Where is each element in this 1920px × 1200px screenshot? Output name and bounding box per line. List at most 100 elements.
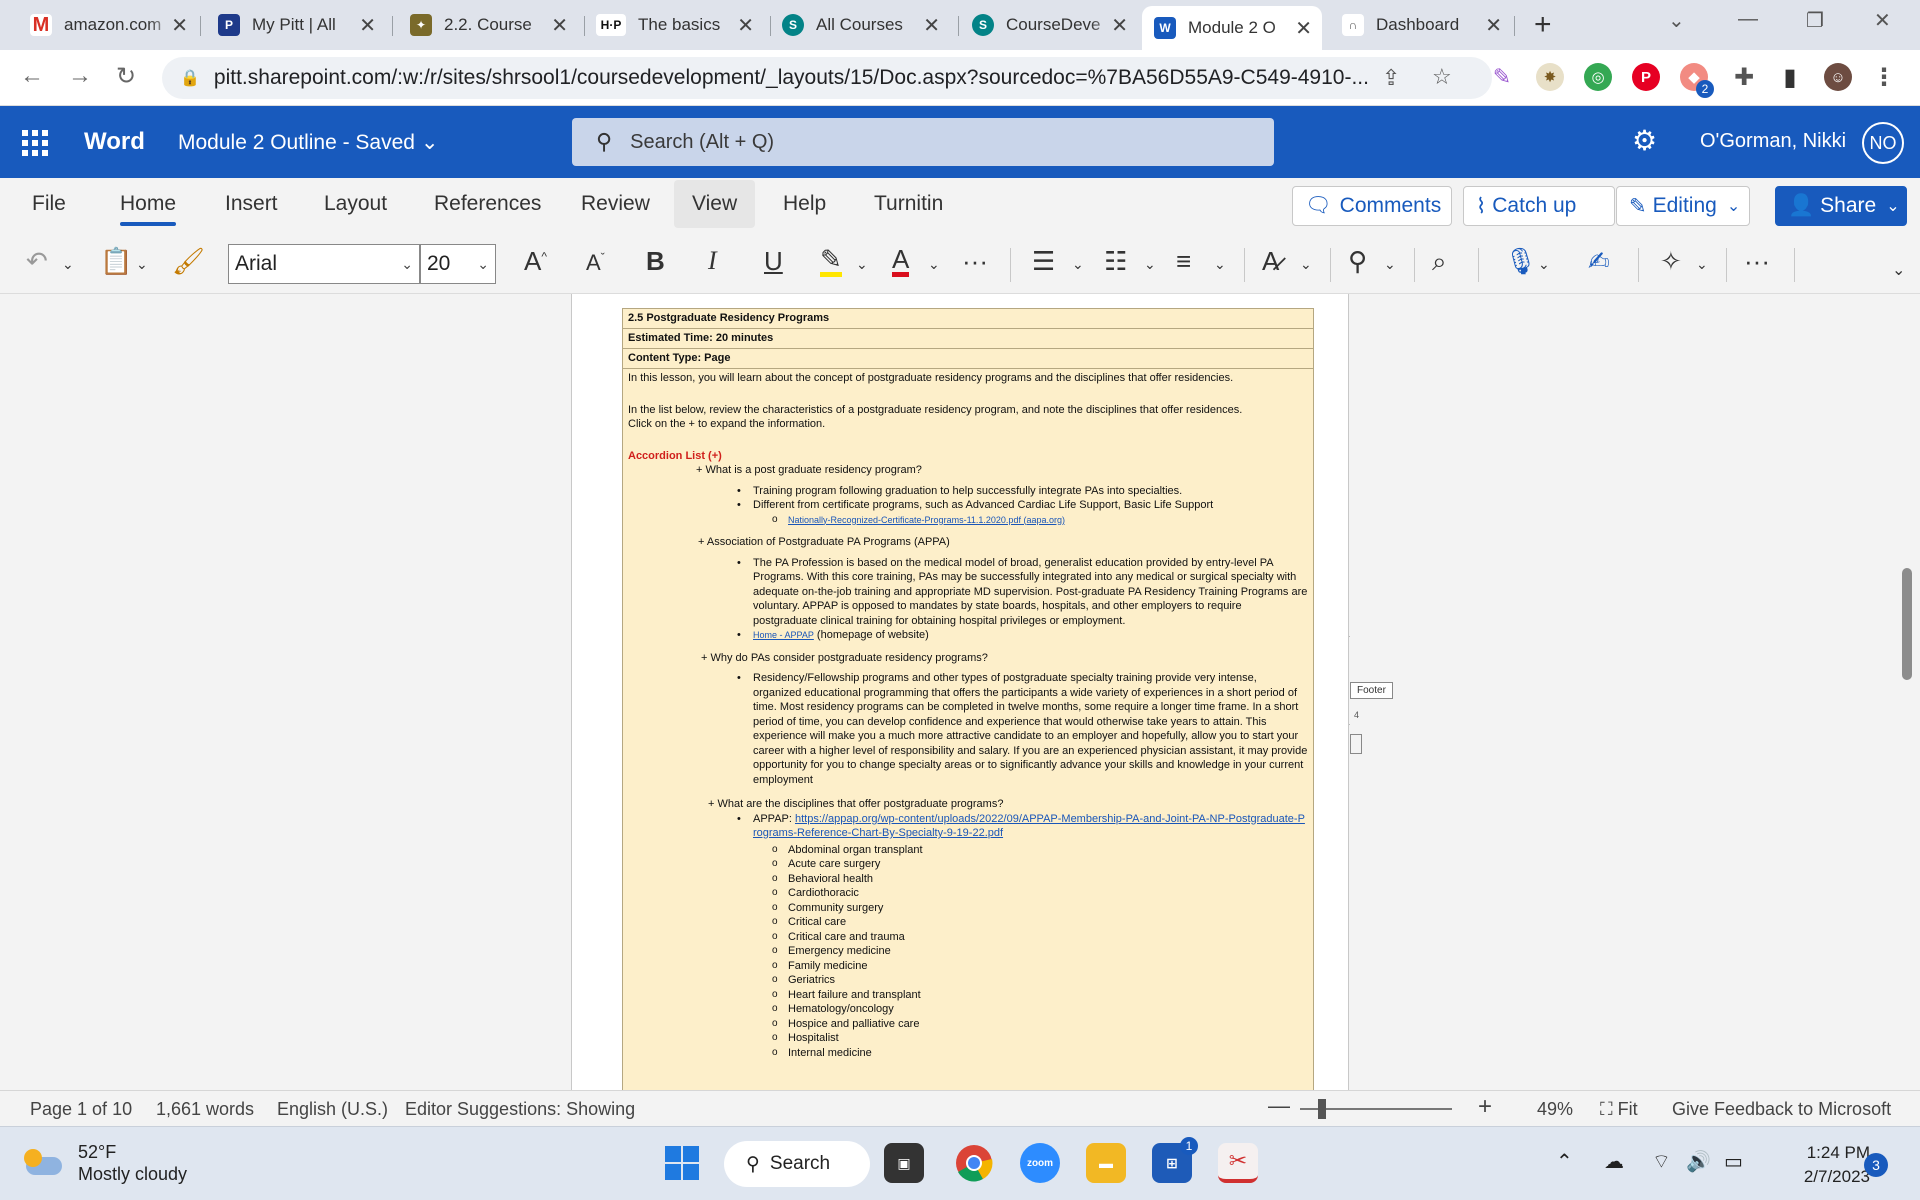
close-tab-icon[interactable]: ✕	[1295, 16, 1312, 41]
gear-icon[interactable]: ⚙	[1632, 124, 1657, 157]
document-title[interactable]: Module 2 Outline - Saved ⌄	[178, 130, 438, 155]
numbered-list-icon[interactable]: ☷	[1104, 246, 1127, 277]
tab-insert[interactable]: Insert	[225, 192, 278, 216]
chrome-extension-icon[interactable]: ◎	[1584, 63, 1612, 91]
document-page[interactable]: 2.5 Postgraduate Residency Programs Esti…	[571, 294, 1349, 1090]
bold-icon[interactable]: B	[646, 246, 665, 277]
minimize-icon[interactable]: —	[1738, 8, 1758, 31]
zoom-level[interactable]: 49%	[1537, 1099, 1573, 1120]
word-count[interactable]: 1,661 words	[156, 1099, 254, 1120]
chevron-down-icon[interactable]: ⌄	[856, 256, 868, 273]
grow-font-icon[interactable]: A^	[524, 246, 547, 277]
align-icon[interactable]: ≡	[1176, 246, 1191, 277]
chevron-down-icon[interactable]: ⌄	[1696, 256, 1708, 273]
more-options-icon[interactable]: ···	[962, 246, 988, 277]
tab-home[interactable]: Home	[120, 192, 177, 226]
browser-tab-basics[interactable]: H·P The basics ✕	[584, 6, 764, 44]
browser-tab-coursedev[interactable]: S CourseDeve ✕	[960, 6, 1138, 44]
chrome-taskbar-icon[interactable]	[954, 1143, 994, 1183]
shrink-font-icon[interactable]: Aˇ	[586, 250, 605, 276]
tab-review[interactable]: Review	[581, 192, 650, 216]
italic-icon[interactable]: I	[708, 246, 717, 276]
close-tab-icon[interactable]: ✕	[551, 13, 568, 38]
restore-icon[interactable]: ❐	[1806, 8, 1824, 33]
clipboard-icon[interactable]: 📋	[100, 246, 132, 277]
puzzle-extensions-icon[interactable]: ✚	[1730, 63, 1758, 91]
chevron-down-icon[interactable]: ⌄	[1300, 256, 1312, 273]
font-color-icon[interactable]: A	[892, 246, 910, 277]
find-icon[interactable]: ⚲	[1348, 246, 1367, 277]
designer-wand-icon[interactable]: ✧	[1660, 246, 1682, 277]
tab-references[interactable]: References	[434, 192, 541, 216]
tab-view[interactable]: View	[674, 180, 756, 228]
close-tab-icon[interactable]: ✕	[1485, 13, 1502, 38]
footer-label[interactable]: Footer	[1350, 682, 1393, 699]
feedback-link[interactable]: Give Feedback to Microsoft	[1672, 1099, 1891, 1120]
windows-start-icon[interactable]	[662, 1143, 702, 1183]
weather-widget[interactable]: 52°F Mostly cloudy	[24, 1141, 187, 1185]
font-size-select[interactable]: 20 ⌄	[420, 244, 496, 284]
browser-tab-dashboard[interactable]: ∩ Dashboard ✕	[1330, 6, 1512, 44]
bookmark-star-icon[interactable]: ☆	[1432, 64, 1452, 90]
editor-icon[interactable]: ✍	[1588, 246, 1610, 277]
tab-turnitin[interactable]: Turnitin	[874, 192, 943, 216]
browser-tab-my-pitt[interactable]: P My Pitt | All ✕	[206, 6, 386, 44]
onedrive-cloud-icon[interactable]: ☁	[1604, 1149, 1624, 1174]
close-tab-icon[interactable]: ✕	[171, 13, 188, 38]
chevron-down-icon[interactable]: ⌄	[1214, 256, 1226, 273]
profile-avatar[interactable]: ☺	[1824, 63, 1852, 91]
tab-search-chevron-icon[interactable]: ⌄	[1668, 8, 1685, 33]
ribbon-expand-chevron-icon[interactable]: ⌄	[1892, 260, 1905, 280]
browser-tab-gmail[interactable]: M amazon.com ✕	[18, 6, 198, 44]
tab-file[interactable]: File	[32, 192, 66, 216]
chevron-down-icon[interactable]: ⌄	[62, 256, 74, 273]
vertical-scrollbar[interactable]	[1902, 568, 1912, 680]
app-name[interactable]: Word	[84, 128, 145, 156]
taskbar-search[interactable]: ⚲ Search	[724, 1141, 870, 1187]
chrome-menu-icon[interactable]: ⋮	[1870, 63, 1898, 91]
reuse-files-icon[interactable]: ⌕	[1432, 246, 1447, 278]
close-tab-icon[interactable]: ✕	[923, 13, 940, 38]
zoom-app-icon[interactable]: zoom	[1020, 1143, 1060, 1183]
show-hidden-icons-chevron-icon[interactable]: ⌃	[1556, 1149, 1573, 1174]
wifi-icon[interactable]: ⌔	[1652, 1149, 1671, 1174]
search-box[interactable]: ⚲ Search (Alt + Q)	[572, 118, 1274, 166]
zoom-slider-thumb[interactable]	[1318, 1099, 1326, 1119]
task-view-icon[interactable]: ▣	[884, 1143, 924, 1183]
tab-help[interactable]: Help	[783, 192, 826, 216]
zoom-in-icon[interactable]: +	[1478, 1093, 1492, 1121]
chevron-down-icon[interactable]: ⌄	[1538, 256, 1550, 273]
new-tab-icon[interactable]: +	[1534, 8, 1552, 42]
snipping-tool-icon[interactable]: ✂	[1218, 1143, 1258, 1183]
close-window-icon[interactable]: ✕	[1874, 8, 1891, 33]
styles-icon[interactable]: A̷	[1262, 246, 1279, 277]
font-name-select[interactable]: Arial ⌄	[228, 244, 420, 284]
more-commands-icon[interactable]: ···	[1744, 246, 1770, 277]
chevron-down-icon[interactable]: ⌄	[1072, 256, 1084, 273]
format-painter-icon[interactable]: 🖌	[172, 246, 205, 277]
app-launcher-icon[interactable]	[22, 130, 48, 156]
share-page-icon[interactable]: ⇪	[1382, 65, 1400, 91]
pen-extension-icon[interactable]: ✎	[1488, 63, 1516, 91]
lesson-table[interactable]: 2.5 Postgraduate Residency Programs Esti…	[622, 308, 1314, 1090]
zoom-out-icon[interactable]: —	[1268, 1093, 1290, 1119]
editing-mode-button[interactable]: ✎ Editing ⌄	[1616, 186, 1750, 226]
system-clock[interactable]: 1:24 PM 2/7/2023	[1770, 1141, 1870, 1189]
forward-arrow-icon[interactable]: →	[68, 62, 92, 90]
volume-icon[interactable]: 🔊	[1686, 1149, 1711, 1174]
reload-icon[interactable]: ↻	[116, 62, 136, 91]
chevron-down-icon[interactable]: ⌄	[1384, 256, 1396, 273]
dictate-microphone-icon[interactable]: 🎙	[1504, 246, 1537, 277]
certificate-programs-link[interactable]: Nationally-Recognized-Certificate-Progra…	[788, 515, 1065, 525]
file-explorer-icon[interactable]: ▬	[1086, 1143, 1126, 1183]
pinterest-icon[interactable]: P	[1632, 63, 1660, 91]
browser-tab-course[interactable]: ✦ 2.2. Course ✕	[398, 6, 578, 44]
appap-home-link[interactable]: Home - APPAP	[753, 630, 814, 640]
editor-suggestions[interactable]: Editor Suggestions: Showing	[405, 1099, 635, 1120]
chevron-down-icon[interactable]: ⌄	[136, 256, 148, 273]
undo-icon[interactable]: ↶	[26, 246, 48, 277]
address-bar[interactable]: 🔒 pitt.sharepoint.com/:w:/r/sites/shrsoo…	[162, 57, 1492, 99]
close-tab-icon[interactable]: ✕	[1111, 13, 1128, 38]
tab-layout[interactable]: Layout	[324, 192, 387, 216]
browser-tab-module-2[interactable]: W Module 2 O ✕	[1142, 6, 1322, 50]
